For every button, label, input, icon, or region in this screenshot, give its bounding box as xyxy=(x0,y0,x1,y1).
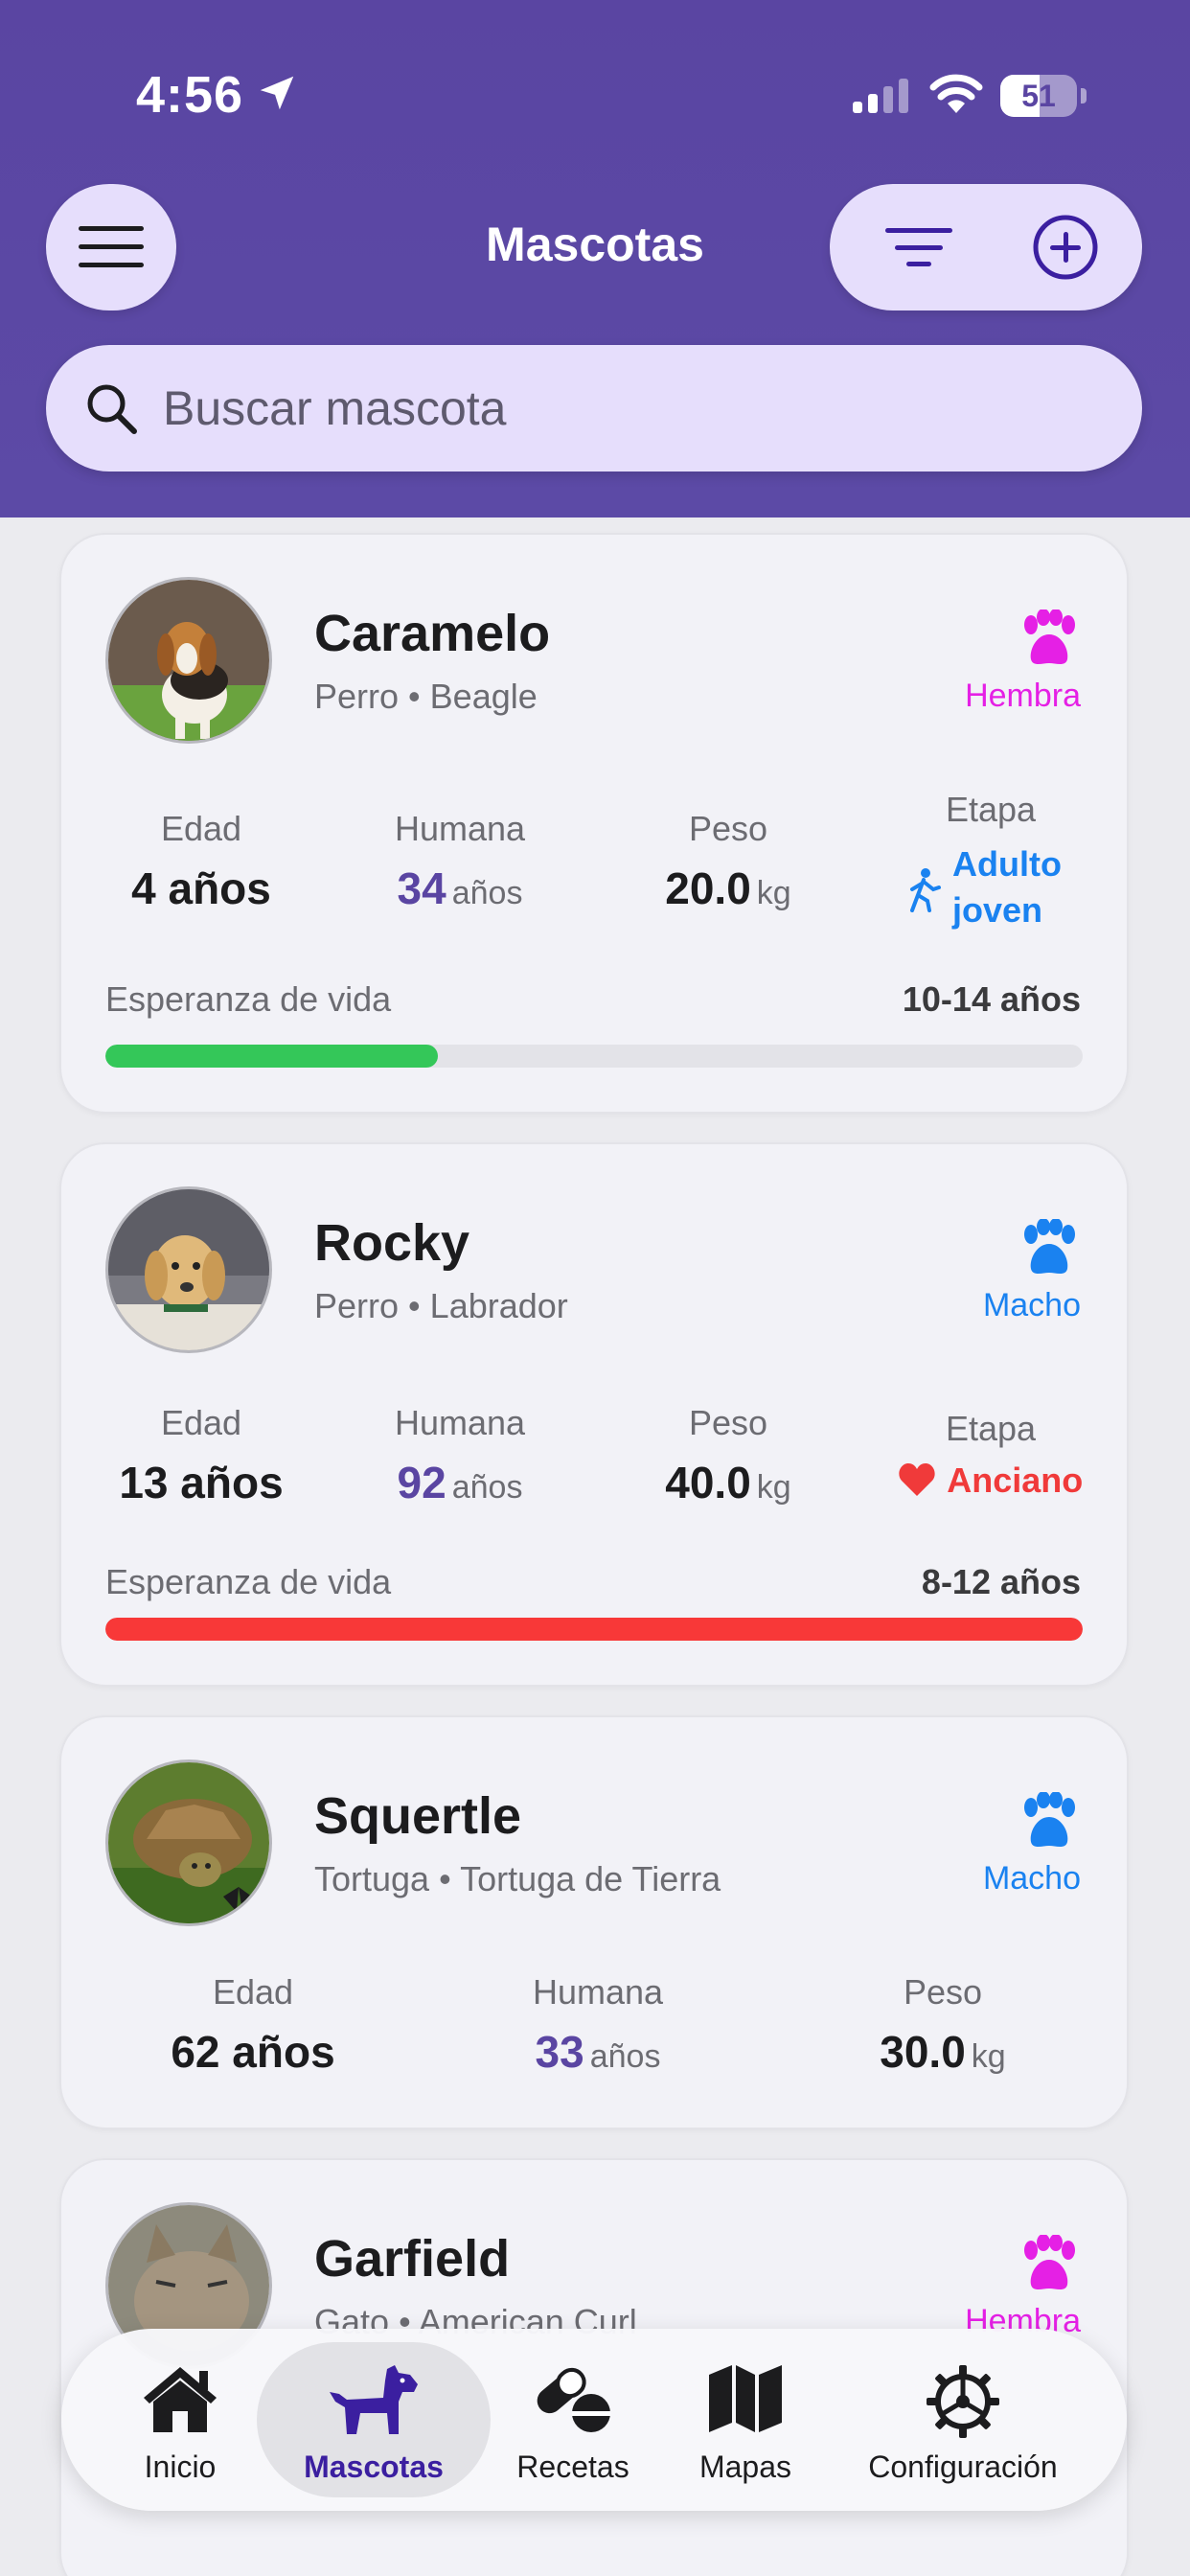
pet-avatar xyxy=(105,1760,272,1926)
life-expectancy-label: Esperanza de vida xyxy=(105,979,392,1019)
gender-badge: Hembra xyxy=(889,2235,1081,2340)
tab-recetas[interactable]: Recetas xyxy=(489,2329,657,2511)
gender-label: Macho xyxy=(982,1287,1081,1323)
map-icon xyxy=(709,2365,782,2432)
pet-name: Rocky xyxy=(314,1214,470,1272)
search-bar[interactable] xyxy=(46,345,1142,472)
paw-icon xyxy=(1024,2235,1075,2289)
gear-icon xyxy=(927,2365,999,2438)
life-expectancy-bar xyxy=(105,1618,1083,1641)
status-time: 4:56 xyxy=(136,66,244,124)
cellular-signal-icon xyxy=(853,79,908,113)
stat-human-age: Humana 34 años xyxy=(394,809,526,913)
pet-list: Caramelo Perro • Beagle Hembra Edad 4 añ… xyxy=(0,518,1190,2576)
life-expectancy-bar xyxy=(105,1045,1083,1068)
stat-weight: Peso 20.0 kg xyxy=(665,809,791,913)
pet-name: Squertle xyxy=(314,1787,522,1845)
gender-badge: Macho xyxy=(889,1792,1081,1898)
pet-avatar xyxy=(105,1186,272,1353)
tab-mapas[interactable]: Mapas xyxy=(661,2329,830,2511)
pet-card[interactable]: Squertle Tortuga • Tortuga de Tierra Mac… xyxy=(59,1715,1129,2129)
stat-age: Edad 4 años xyxy=(131,809,271,913)
tab-bar: Inicio Mascotas Recetas Mapas Configurac… xyxy=(61,2329,1127,2511)
stat-stage: Etapa Adulto joven xyxy=(885,790,1096,933)
search-input[interactable] xyxy=(163,345,1102,472)
stat-age: Edad 62 años xyxy=(171,1972,335,2077)
pills-icon xyxy=(537,2367,610,2432)
paw-icon xyxy=(1024,610,1075,664)
house-icon xyxy=(144,2367,217,2432)
heart-icon xyxy=(899,1463,935,1496)
stat-age: Edad 13 años xyxy=(119,1403,284,1507)
stat-human-age: Humana 92 años xyxy=(394,1403,526,1507)
filter-icon xyxy=(885,228,952,266)
life-expectancy-label: Esperanza de vida xyxy=(105,1562,392,1601)
stat-human-age: Humana 33 años xyxy=(532,1972,664,2077)
filter-button[interactable] xyxy=(866,213,972,282)
dog-icon xyxy=(330,2365,418,2434)
pet-species-breed: Perro • Labrador xyxy=(314,1286,568,1325)
wifi-icon xyxy=(929,74,983,113)
pet-name: Caramelo xyxy=(314,605,551,662)
paw-icon xyxy=(1024,1792,1075,1847)
gender-label: Hembra xyxy=(965,678,1081,714)
header-actions xyxy=(830,184,1142,310)
battery-indicator: 51 xyxy=(1000,75,1088,117)
stat-stage: Etapa Anciano xyxy=(876,1409,1106,1501)
tab-configuracion[interactable]: Configuración xyxy=(834,2329,1092,2511)
pet-species-breed: Perro • Beagle xyxy=(314,677,538,716)
add-pet-button[interactable] xyxy=(1027,209,1104,286)
walking-icon xyxy=(910,868,941,912)
app-header: 4:56 51 Mascotas xyxy=(0,0,1190,518)
pet-name: Garfield xyxy=(314,2230,511,2288)
gender-badge: Hembra xyxy=(889,610,1081,715)
life-expectancy-range: 8-12 años xyxy=(921,1562,1081,1601)
pet-avatar xyxy=(105,577,272,744)
life-expectancy-range: 10-14 años xyxy=(902,979,1081,1019)
pet-card[interactable]: Caramelo Perro • Beagle Hembra Edad 4 añ… xyxy=(59,533,1129,1114)
stat-weight: Peso 40.0 kg xyxy=(665,1403,791,1507)
stat-weight: Peso 30.0 kg xyxy=(880,1972,1006,2077)
gender-badge: Macho xyxy=(889,1219,1081,1324)
pet-species-breed: Tortuga • Tortuga de Tierra xyxy=(314,1859,721,1898)
plus-circle-icon xyxy=(1033,215,1098,280)
search-icon xyxy=(87,384,137,434)
tab-inicio[interactable]: Inicio xyxy=(100,2329,261,2511)
pet-card[interactable]: Rocky Perro • Labrador Macho Edad 13 año… xyxy=(59,1142,1129,1687)
tab-mascotas[interactable]: Mascotas xyxy=(257,2329,491,2511)
location-arrow-icon xyxy=(260,76,294,110)
gender-label: Macho xyxy=(982,1860,1081,1897)
paw-icon xyxy=(1024,1219,1075,1274)
